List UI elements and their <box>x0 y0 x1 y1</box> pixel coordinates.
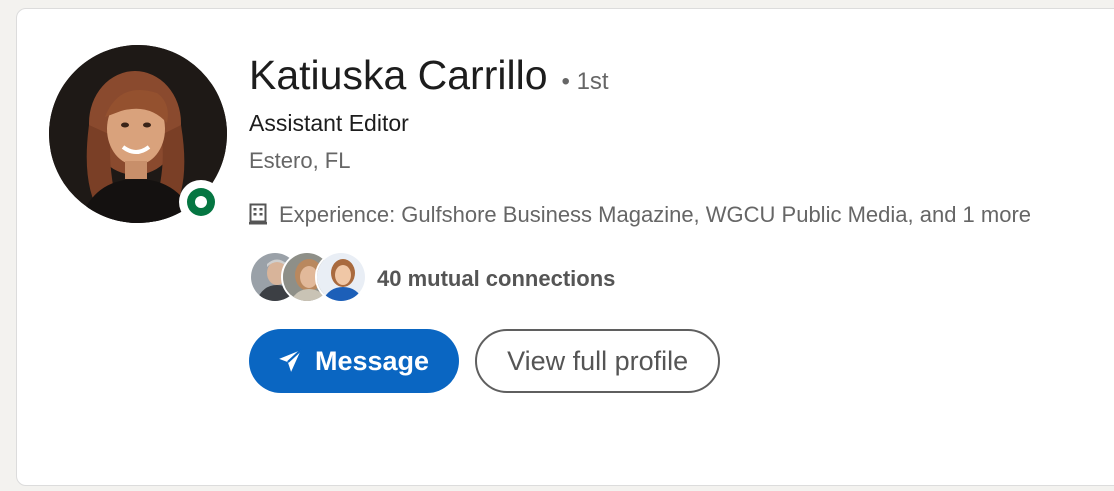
mutual-avatar <box>315 251 367 303</box>
mutual-connections[interactable]: 40 mutual connections <box>249 251 1109 307</box>
online-status-badge <box>179 180 223 224</box>
profile-avatar-container[interactable] <box>49 45 227 224</box>
name-row: Katiuska Carrillo • 1st <box>249 49 1109 101</box>
profile-location: Estero, FL <box>249 148 351 173</box>
send-icon <box>279 349 302 372</box>
experience-text: Experience: Gulfshore Business Magazine,… <box>279 202 1032 227</box>
view-full-profile-label: View full profile <box>507 345 689 376</box>
profile-card: Katiuska Carrillo • 1st Assistant Editor… <box>16 8 1114 486</box>
experience-summary: Experience: Gulfshore Business Magazine,… <box>249 195 1089 235</box>
profile-name[interactable]: Katiuska Carrillo <box>249 49 548 101</box>
profile-actions: Message View full profile <box>249 329 1109 393</box>
view-full-profile-button[interactable]: View full profile <box>475 329 721 393</box>
message-button[interactable]: Message <box>249 329 460 393</box>
building-icon <box>249 195 279 235</box>
mutual-connection-avatars[interactable] <box>249 251 371 307</box>
message-button-label: Message <box>315 345 430 376</box>
connection-degree: • 1st <box>561 68 609 95</box>
profile-info: Katiuska Carrillo • 1st Assistant Editor… <box>249 49 1109 393</box>
mutual-connections-text[interactable]: 40 mutual connections <box>377 266 615 292</box>
profile-headline: Assistant Editor <box>249 110 409 136</box>
